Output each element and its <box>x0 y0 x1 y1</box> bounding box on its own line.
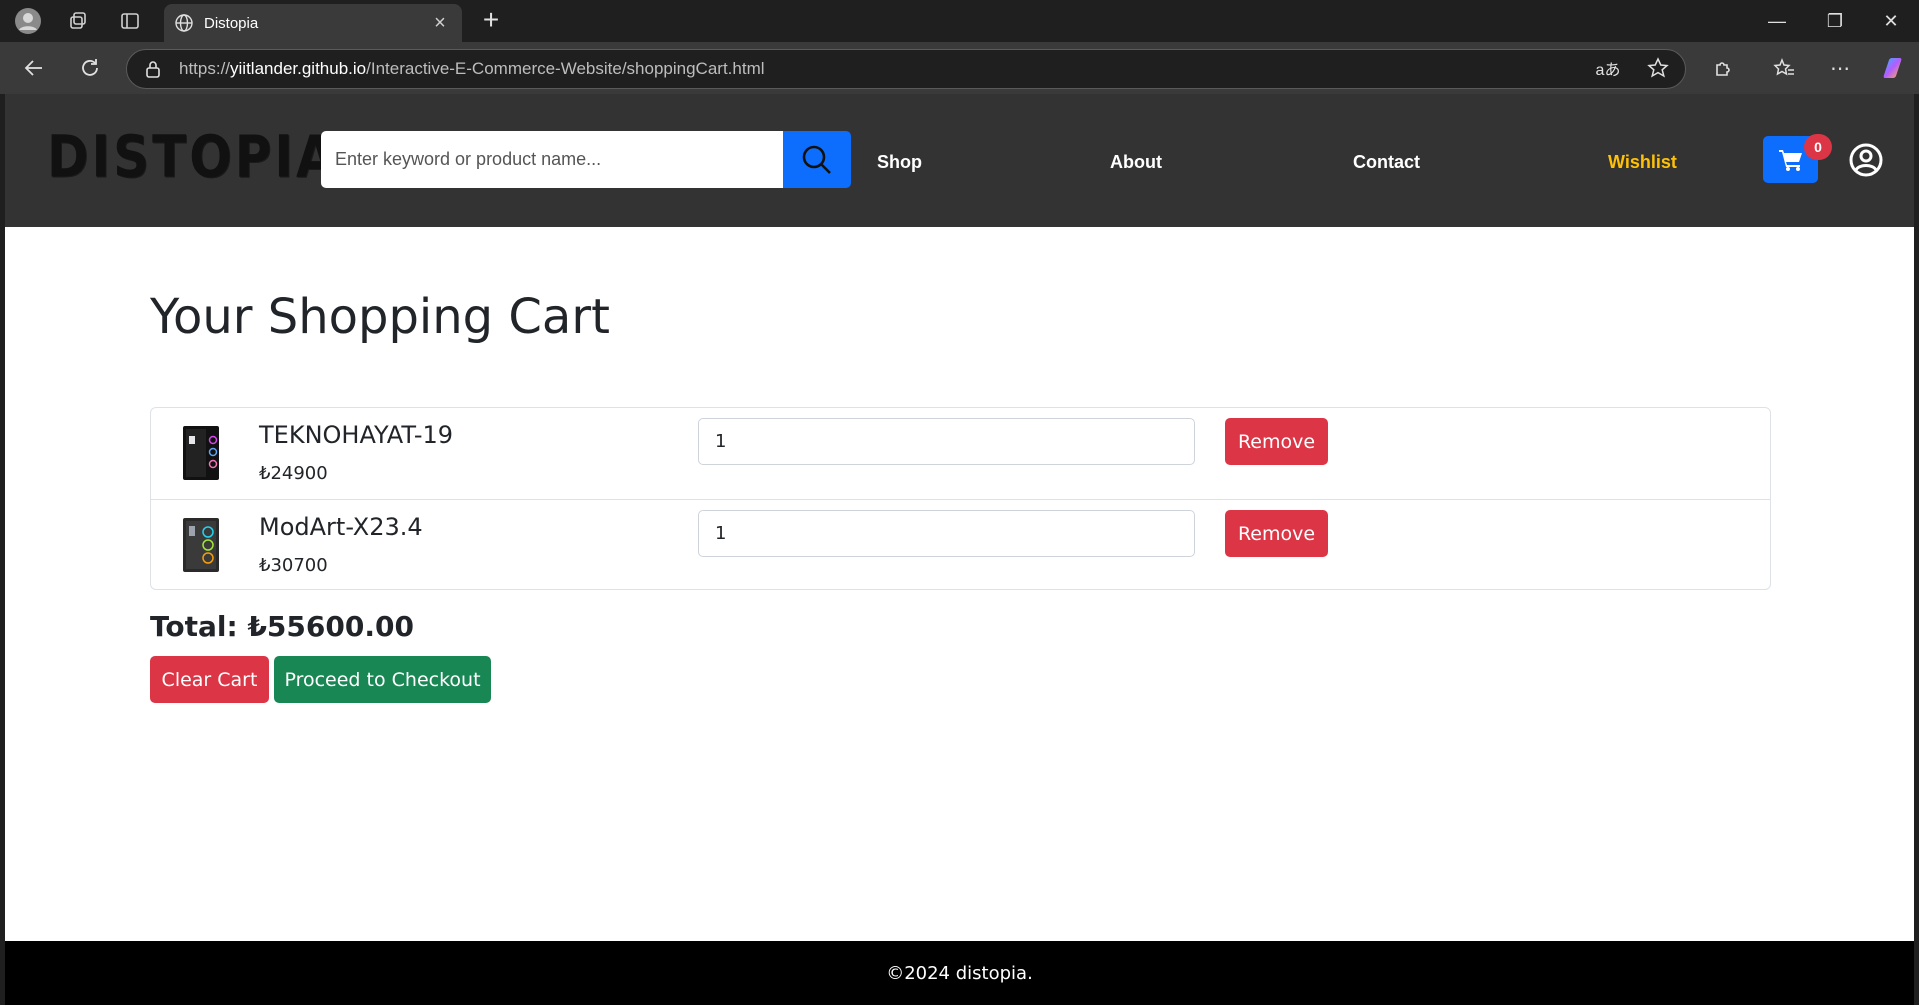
url-scheme: https:// <box>179 59 231 78</box>
globe-icon <box>174 13 194 33</box>
minimize-icon[interactable]: — <box>1748 0 1806 42</box>
quantity-input[interactable] <box>698 418 1195 465</box>
extensions-icon[interactable] <box>1706 50 1742 86</box>
tab-title: Distopia <box>204 14 259 32</box>
translate-icon[interactable]: aあ <box>1590 50 1626 86</box>
browser-tabstrip: Distopia × + — ❐ ✕ <box>0 0 1919 42</box>
shopping-cart-icon <box>1778 149 1802 171</box>
favorite-star-icon[interactable] <box>1640 50 1676 86</box>
nav-shop[interactable]: Shop <box>877 152 922 173</box>
product-price: ₺30700 <box>259 555 328 576</box>
page-title: Your Shopping Cart <box>150 289 610 345</box>
search-input[interactable] <box>321 131 783 188</box>
clear-cart-button[interactable]: Clear Cart <box>150 656 269 703</box>
favorites-icon[interactable] <box>1766 50 1802 86</box>
refresh-icon[interactable] <box>72 50 108 86</box>
product-name[interactable]: TEKNOHAYAT-19 <box>259 421 453 449</box>
back-icon[interactable] <box>16 50 52 86</box>
nav-wishlist[interactable]: Wishlist <box>1608 152 1677 173</box>
lock-icon[interactable] <box>145 60 161 78</box>
search-button[interactable] <box>783 131 851 188</box>
pc-case-icon <box>179 424 223 482</box>
site-footer: ©2024 distopia. <box>5 941 1914 1005</box>
restore-icon[interactable]: ❐ <box>1806 0 1864 42</box>
close-tab-icon[interactable]: × <box>428 12 452 35</box>
quantity-input[interactable] <box>698 510 1195 557</box>
cart-total: Total: ₺55600.00 <box>150 610 414 643</box>
url-host: yiitlander.github.io <box>230 59 367 78</box>
search-icon <box>802 145 831 174</box>
new-tab-icon[interactable]: + <box>476 6 506 36</box>
url-bar[interactable]: https://yiitlander.github.io/Interactive… <box>126 49 1686 89</box>
checkout-button[interactable]: Proceed to Checkout <box>274 656 491 703</box>
nav-contact[interactable]: Contact <box>1353 152 1420 173</box>
browser-tab[interactable]: Distopia × <box>164 4 462 42</box>
cart-list: TEKNOHAYAT-19 ₺24900 Remove ModArt-X23.4… <box>150 407 1771 590</box>
copilot-icon[interactable] <box>1874 50 1910 86</box>
url-path: /Interactive-E-Commerce-Website/shopping… <box>366 59 765 78</box>
product-name[interactable]: ModArt-X23.4 <box>259 513 423 541</box>
more-menu-icon[interactable]: ⋯ <box>1822 50 1858 86</box>
cart-item: ModArt-X23.4 ₺30700 Remove <box>151 499 1770 590</box>
profile-icon[interactable] <box>10 3 46 39</box>
cart-count-badge: 0 <box>1804 134 1832 160</box>
site-logo[interactable]: DISTOPIA <box>47 124 338 191</box>
browser-toolbar: https://yiitlander.github.io/Interactive… <box>0 42 1919 94</box>
cart-item: TEKNOHAYAT-19 ₺24900 Remove <box>151 408 1770 499</box>
vertical-tabs-icon[interactable] <box>112 3 148 39</box>
footer-copyright: ©2024 distopia. <box>886 962 1033 984</box>
nav-about[interactable]: About <box>1110 152 1162 173</box>
user-account-icon[interactable] <box>1848 142 1884 178</box>
web-page: DISTOPIA Shop About Contact Wishlist 0 Y… <box>5 94 1914 1005</box>
site-header: DISTOPIA Shop About Contact Wishlist 0 <box>5 94 1914 227</box>
close-window-icon[interactable]: ✕ <box>1862 0 1919 42</box>
remove-button[interactable]: Remove <box>1225 510 1328 557</box>
remove-button[interactable]: Remove <box>1225 418 1328 465</box>
workspaces-icon[interactable] <box>60 3 96 39</box>
product-price: ₺24900 <box>259 463 328 484</box>
pc-case-icon <box>179 516 223 574</box>
